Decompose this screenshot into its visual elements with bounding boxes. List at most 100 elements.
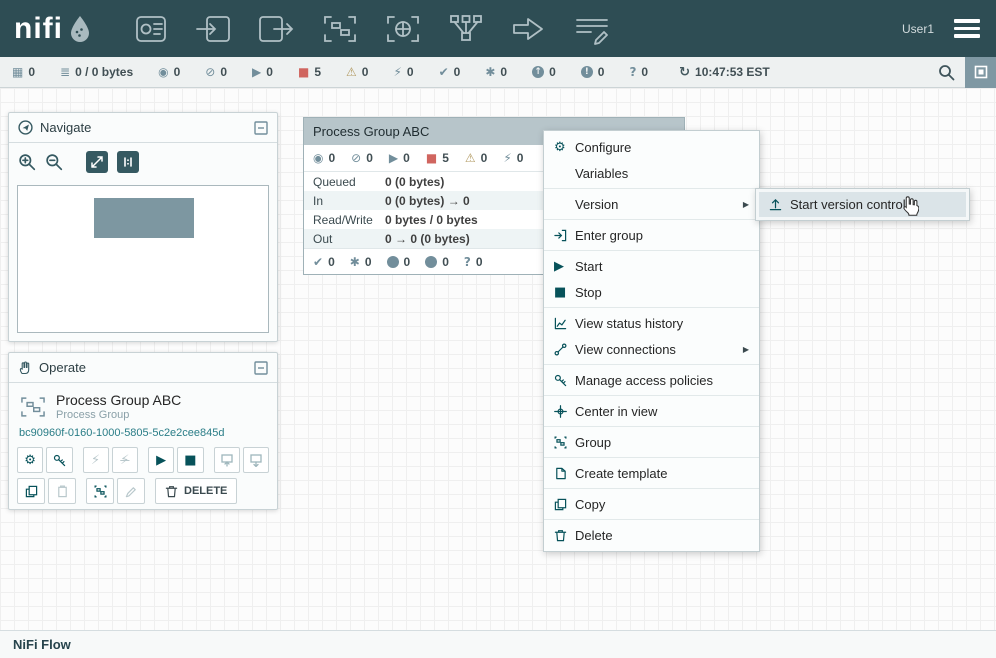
input-port-tool[interactable] [194, 12, 234, 46]
breadcrumb-root[interactable]: NiFi Flow [13, 637, 71, 652]
funnel-tool[interactable] [446, 12, 486, 46]
component-type: Process Group [56, 409, 181, 421]
badge-sync-failure: ? 0 [464, 255, 483, 269]
sync-failure-icon: ? [464, 255, 471, 269]
upload-template-button[interactable] [214, 447, 240, 473]
delete-button[interactable]: DELETE [155, 478, 237, 504]
stale-count: 0 [549, 65, 556, 79]
navigate-collapse-button[interactable] [254, 121, 268, 135]
stop-button[interactable]: ■ [177, 447, 203, 473]
running-icon: ▶ [389, 151, 398, 165]
upload-template-icon [220, 453, 234, 467]
start-button[interactable]: ▶ [148, 447, 174, 473]
upload-icon [769, 198, 790, 211]
one-to-one-icon [121, 155, 135, 169]
group-button[interactable] [86, 478, 114, 504]
zoom-out-button[interactable] [45, 153, 63, 171]
menu-item-variables[interactable]: Variables [544, 160, 759, 186]
badge-disabled: ⚡ 0 [503, 151, 523, 165]
process-group-tool[interactable] [320, 12, 360, 46]
stale-icon: ↑ [532, 66, 544, 78]
not-transmitting-count: 0 [366, 151, 373, 165]
global-menu-button[interactable] [950, 11, 984, 46]
operate-title: Operate [39, 360, 86, 375]
stopped-icon: ■ [298, 65, 309, 79]
status-running: ▶ 0 [252, 65, 273, 79]
menu-item-delete[interactable]: Delete [544, 522, 759, 548]
key-icon [53, 454, 66, 467]
stop-icon: ■ [554, 285, 575, 300]
template-icon [510, 13, 548, 45]
fill-color-button[interactable] [117, 478, 145, 504]
enable-button[interactable]: ⚡ [83, 447, 109, 473]
menu-item-label: Start version control [790, 197, 906, 212]
zoom-out-icon [45, 153, 63, 171]
collapse-icon [254, 361, 268, 375]
stopped-count: 5 [442, 151, 449, 165]
header-right: User1 [902, 0, 984, 57]
locally-modified-icon: ✱ [350, 255, 360, 269]
search-button[interactable] [928, 64, 965, 81]
menu-item-configure[interactable]: ⚙ Configure [544, 134, 759, 160]
menu-item-start-version-control[interactable]: Start version control [759, 192, 966, 217]
menu-item-center-in-view[interactable]: Center in view [544, 398, 759, 424]
menu-divider [544, 457, 759, 458]
disable-button[interactable]: ⚡ [112, 447, 138, 473]
menu-item-manage-access-policies[interactable]: Manage access policies [544, 367, 759, 393]
menu-item-view-status-history[interactable]: View status history [544, 310, 759, 336]
paste-icon [56, 485, 69, 498]
create-template-button[interactable] [243, 447, 269, 473]
bulletin-panel-toggle[interactable] [965, 57, 996, 88]
zoom-actual-size-button[interactable] [117, 151, 139, 173]
component-id: bc90960f-0160-1000-5805-5c2e2cee845d [9, 423, 277, 447]
status-sync-failure: ? 0 [629, 65, 648, 79]
menu-item-label: Copy [575, 497, 605, 512]
remote-process-group-tool[interactable] [383, 12, 423, 46]
selected-component: Process Group ABC Process Group [9, 383, 277, 423]
output-port-tool[interactable] [257, 12, 297, 46]
configure-button[interactable]: ⚙ [17, 447, 43, 473]
active-threads-icon: ▦ [12, 65, 23, 79]
paste-button[interactable] [48, 478, 76, 504]
queued-icon: ≣ [60, 65, 70, 79]
app-header: nifi [0, 0, 996, 57]
locally-modified-count: 0 [500, 65, 507, 79]
menu-item-label: Center in view [575, 404, 657, 419]
menu-item-view-connections[interactable]: View connections ▶ [544, 336, 759, 362]
invalid-count: 0 [362, 65, 369, 79]
copy-button[interactable] [17, 478, 45, 504]
enter-group-icon [554, 229, 575, 242]
birdseye-minimap[interactable] [17, 185, 269, 333]
status-invalid: ⚠ 0 [346, 65, 368, 79]
label-tool[interactable] [572, 12, 612, 46]
status-locally-modified-and-stale: ! 0 [581, 65, 605, 79]
panel-icon [973, 64, 989, 80]
stale-count: 0 [404, 255, 411, 269]
transmitting-count: 0 [174, 65, 181, 79]
navigate-icon [18, 120, 33, 135]
status-disabled: ⚡ 0 [393, 65, 413, 79]
menu-item-group[interactable]: Group [544, 429, 759, 455]
refresh-button[interactable]: ↻ 10:47:53 EST [679, 65, 770, 80]
access-policies-button[interactable] [46, 447, 72, 473]
menu-item-start[interactable]: ▶ Start [544, 253, 759, 279]
zoom-in-button[interactable] [18, 153, 36, 171]
menu-item-stop[interactable]: ■ Stop [544, 279, 759, 305]
menu-item-enter-group[interactable]: Enter group [544, 222, 759, 248]
locally-modified-count: 0 [365, 255, 372, 269]
operate-collapse-button[interactable] [254, 361, 268, 375]
menu-item-copy[interactable]: Copy [544, 491, 759, 517]
operate-buttons-row-2: DELETE [9, 478, 277, 509]
stat-value: 0 bytes / 0 bytes [385, 213, 478, 227]
menu-item-version[interactable]: Version ▶ [544, 191, 759, 217]
menu-item-label: Start [575, 259, 602, 274]
menu-item-create-template[interactable]: Create template [544, 460, 759, 486]
output-port-icon [258, 13, 296, 45]
processor-tool[interactable] [131, 12, 171, 46]
flow-canvas[interactable]: Navigate [0, 88, 996, 630]
statusbar-right [928, 57, 996, 87]
zoom-fit-button[interactable] [86, 151, 108, 173]
operate-palette: Operate Process Group ABC Process Group … [8, 352, 278, 510]
up-to-date-count: 0 [454, 65, 461, 79]
template-tool[interactable] [509, 12, 549, 46]
